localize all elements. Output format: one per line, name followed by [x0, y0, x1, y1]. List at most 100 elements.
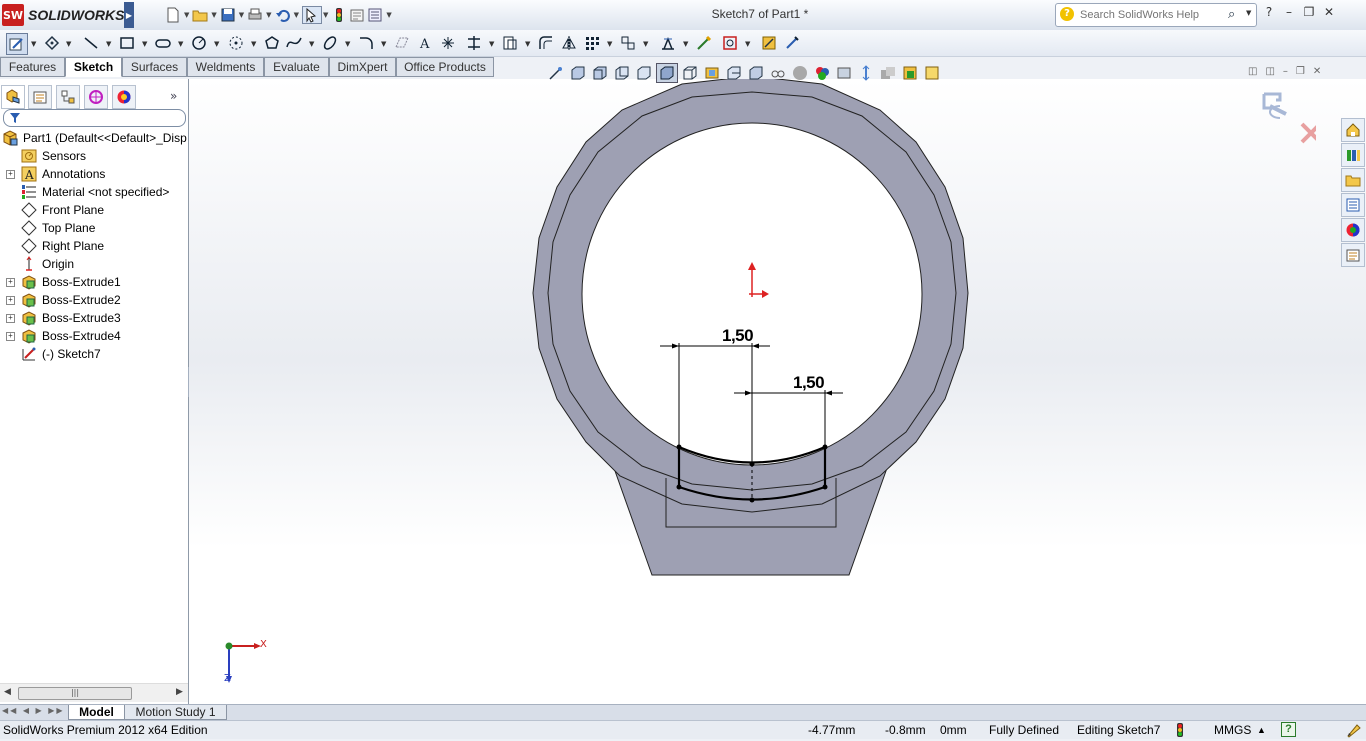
print-icon[interactable]	[247, 7, 265, 23]
open-dropdown-icon[interactable]: ▼	[211, 11, 216, 19]
instant-2d-icon[interactable]	[759, 33, 779, 53]
hide-show-items-icon[interactable]	[702, 64, 722, 82]
search-input[interactable]	[1078, 6, 1227, 24]
realview-sphere-icon[interactable]	[790, 64, 810, 82]
circle-dropdown-icon[interactable]: ▼	[214, 40, 219, 48]
ellipse-icon[interactable]	[320, 33, 340, 53]
rapid-sketch-icon[interactable]	[720, 33, 740, 53]
ambient-occlusion-icon[interactable]	[900, 64, 920, 82]
line-icon[interactable]	[81, 33, 101, 53]
move-dropdown-icon[interactable]: ▼	[643, 40, 648, 48]
save-dropdown-icon[interactable]: ▼	[239, 11, 244, 19]
previous-view-icon[interactable]	[590, 64, 610, 82]
view-normal-to-icon[interactable]	[856, 64, 876, 82]
realview-graphics-icon[interactable]	[878, 64, 898, 82]
view-settings-icon[interactable]	[768, 64, 788, 82]
search-box[interactable]: ? ⌕ ▼	[1055, 3, 1257, 27]
spline-dropdown-icon[interactable]: ▼	[309, 40, 314, 48]
custom-properties-icon[interactable]	[1341, 243, 1365, 267]
select-cursor-icon[interactable]	[301, 6, 322, 24]
ellipse-dropdown-icon[interactable]: ▼	[345, 40, 350, 48]
convert-entities-icon[interactable]	[500, 33, 520, 53]
plane-icon[interactable]	[392, 33, 412, 53]
display-delete-relations-icon[interactable]	[658, 33, 678, 53]
scene-icon[interactable]	[834, 64, 854, 82]
file-properties-icon[interactable]	[349, 7, 367, 23]
trim-dropdown-icon[interactable]: ▼	[489, 40, 494, 48]
tab-weldments[interactable]: Weldments	[187, 57, 264, 77]
appearances-icon[interactable]	[812, 64, 832, 82]
relations-dropdown-icon[interactable]: ▼	[683, 40, 688, 48]
viewport-close-icon[interactable]: ✕	[1313, 66, 1321, 77]
tree-item-boss-extrude3[interactable]: + Boss-Extrude3	[0, 309, 188, 327]
tree-item-front-plane[interactable]: Front Plane	[0, 201, 188, 219]
tab-model[interactable]: Model	[68, 705, 125, 720]
tree-item-material[interactable]: Material <not specified>	[0, 183, 188, 201]
scrollbar-thumb[interactable]: |||	[18, 687, 132, 700]
panel-horizontal-scrollbar[interactable]: ◀ ||| ▶	[0, 683, 188, 702]
scroll-right-arrow-icon[interactable]: ▶	[176, 687, 183, 697]
expand-toggle[interactable]: +	[6, 332, 15, 341]
rapid-sketch-dropdown-icon[interactable]: ▼	[745, 40, 750, 48]
print-dropdown-icon[interactable]: ▼	[266, 11, 271, 19]
point-icon[interactable]	[438, 33, 458, 53]
line-dropdown-icon[interactable]: ▼	[106, 40, 111, 48]
fillet-icon[interactable]	[356, 33, 376, 53]
undo-icon[interactable]	[275, 7, 293, 23]
dimension-dropdown-icon[interactable]: ▼	[66, 40, 71, 48]
offset-entities-icon[interactable]	[536, 33, 556, 53]
shaded-sketch-contours-icon[interactable]	[782, 33, 802, 53]
tree-item-sketch7[interactable]: (-) Sketch7	[0, 345, 188, 363]
model-viewport[interactable]	[189, 79, 1366, 704]
view-orientation-icon[interactable]	[656, 63, 678, 83]
edit-appearance-icon[interactable]	[724, 64, 744, 82]
tab-surfaces[interactable]: Surfaces	[122, 57, 187, 77]
tree-item-right-plane[interactable]: Right Plane	[0, 237, 188, 255]
tree-item-boss-extrude2[interactable]: + Boss-Extrude2	[0, 291, 188, 309]
rectangle-icon[interactable]	[117, 33, 137, 53]
close-button[interactable]: ✕	[1322, 5, 1336, 19]
open-folder-icon[interactable]	[192, 7, 210, 23]
display-style-icon[interactable]	[680, 64, 700, 82]
file-explorer-icon[interactable]	[1341, 168, 1365, 192]
rebuild-status-icon[interactable]	[1174, 722, 1186, 741]
display-manager-tab-icon[interactable]	[112, 85, 136, 109]
pattern-dropdown-icon[interactable]: ▼	[607, 40, 612, 48]
expand-toggle[interactable]: +	[6, 278, 15, 287]
dynamic-annotation-icon[interactable]	[634, 64, 654, 82]
expand-toggle[interactable]: +	[6, 296, 15, 305]
minimize-button[interactable]: –	[1282, 5, 1296, 19]
cancel-sketch-icon[interactable]	[1300, 122, 1322, 144]
save-icon[interactable]	[220, 7, 238, 23]
new-dropdown-icon[interactable]: ▼	[184, 11, 189, 19]
mirror-entities-icon[interactable]	[559, 33, 579, 53]
view-palette-icon[interactable]	[1341, 193, 1365, 217]
new-document-icon[interactable]	[165, 7, 183, 23]
circle-icon[interactable]	[189, 33, 209, 53]
tree-item-origin[interactable]: Origin	[0, 255, 188, 273]
perspective-icon[interactable]	[922, 64, 942, 82]
rectangle-dropdown-icon[interactable]: ▼	[142, 40, 147, 48]
section-view-icon[interactable]	[612, 64, 632, 82]
tab-features[interactable]: Features	[0, 57, 65, 77]
exit-sketch-icon[interactable]	[1262, 92, 1287, 119]
graphics-area[interactable]: 1,50 1,50 X Z	[189, 79, 1366, 704]
options-dropdown-icon[interactable]: ▼	[386, 11, 391, 19]
slot-dropdown-icon[interactable]: ▼	[178, 40, 183, 48]
viewport-previous-icon[interactable]: ◫	[1248, 66, 1257, 77]
linear-pattern-icon[interactable]	[582, 33, 602, 53]
feature-tree-filter[interactable]	[3, 109, 186, 127]
viewport-restore-icon[interactable]: ❐	[1296, 66, 1305, 77]
tab-motion-study-1[interactable]: Motion Study 1	[124, 705, 227, 720]
slot-icon[interactable]	[153, 33, 173, 53]
expand-toggle[interactable]: +	[6, 314, 15, 323]
sketch-dropdown-icon[interactable]: ▼	[31, 40, 36, 48]
tree-item-boss-extrude1[interactable]: + Boss-Extrude1	[0, 273, 188, 291]
convert-dropdown-icon[interactable]: ▼	[525, 40, 530, 48]
text-icon[interactable]: A	[415, 33, 435, 53]
design-library-icon[interactable]	[1341, 143, 1365, 167]
repair-sketch-icon[interactable]	[694, 33, 714, 53]
arc-icon[interactable]	[226, 33, 246, 53]
tree-item-annotations[interactable]: + A Annotations	[0, 165, 188, 183]
polygon-icon[interactable]	[262, 33, 282, 53]
